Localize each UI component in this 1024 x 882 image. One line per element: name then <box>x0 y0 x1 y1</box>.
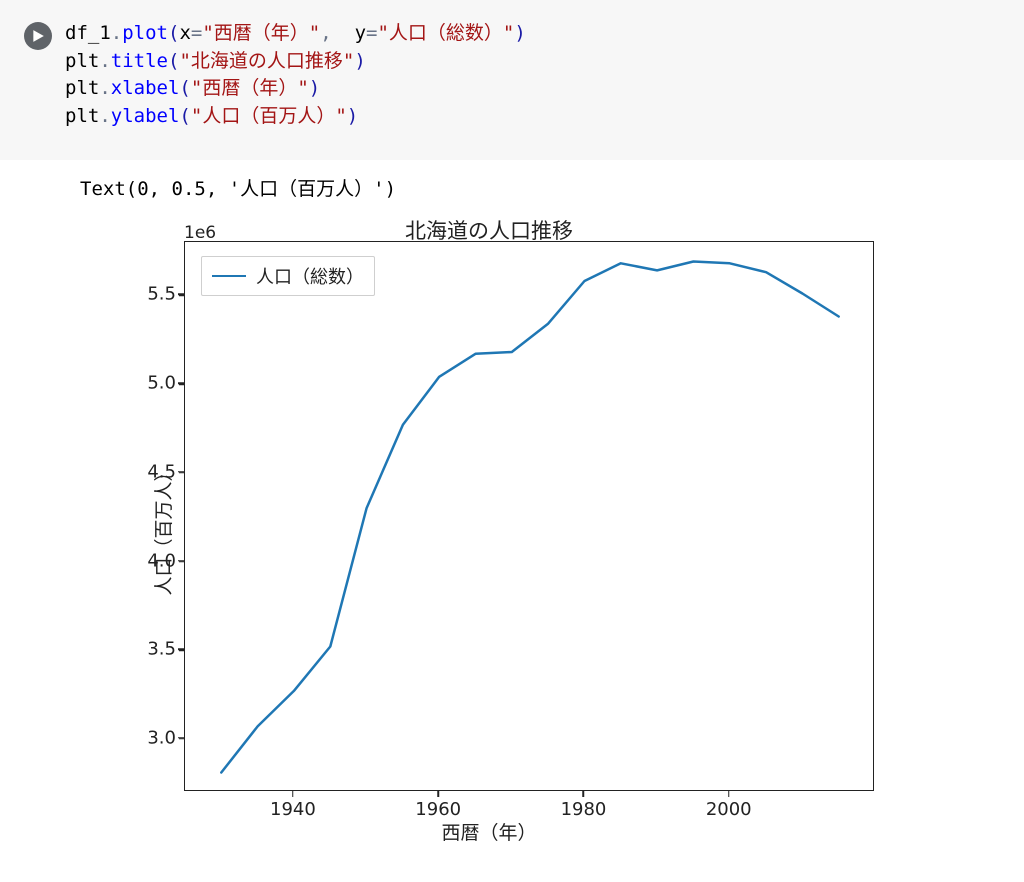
y-tick-label: 4.5 <box>116 461 176 482</box>
y-tick-mark <box>178 294 184 296</box>
cell-gutter <box>10 20 65 130</box>
plot-area: 人口（総数） <box>184 241 874 791</box>
x-tick-mark <box>292 791 294 797</box>
y-tick-mark <box>178 737 184 739</box>
play-icon <box>31 29 45 43</box>
y-tick-label: 5.5 <box>116 284 176 305</box>
x-tick-label: 2000 <box>706 799 752 820</box>
run-button[interactable] <box>24 22 52 50</box>
data-line <box>185 242 875 792</box>
y-tick-mark <box>178 649 184 651</box>
x-tick-mark <box>583 791 585 797</box>
x-tick-label: 1980 <box>561 799 607 820</box>
y-tick-mark <box>178 560 184 562</box>
y-scale-label: 1e6 <box>184 223 216 243</box>
y-tick-label: 5.0 <box>116 373 176 394</box>
y-axis-label: 人口（百万人） <box>149 463 176 596</box>
y-tick-label: 4.0 <box>116 550 176 571</box>
y-tick-label: 3.5 <box>116 639 176 660</box>
output-repr: Text(0, 0.5, '人口（百万人）') <box>80 174 1014 201</box>
y-tick-mark <box>178 471 184 473</box>
x-axis-label: 西暦（年） <box>84 818 894 845</box>
cell-output: Text(0, 0.5, '人口（百万人）') 北海道の人口推移 1e6 人口（… <box>0 160 1024 859</box>
x-tick-mark <box>728 791 730 797</box>
y-tick-label: 3.0 <box>116 727 176 748</box>
x-tick-mark <box>437 791 439 797</box>
x-tick-label: 1960 <box>415 799 461 820</box>
y-tick-mark <box>178 382 184 384</box>
x-tick-label: 1940 <box>270 799 316 820</box>
chart: 北海道の人口推移 1e6 人口（百万人） 人口（総数） 西暦（年） 3.03.5… <box>84 209 894 849</box>
code-cell: df_1.plot(x="西暦（年）", y="人口（総数）") plt.tit… <box>0 0 1024 160</box>
code-editor[interactable]: df_1.plot(x="西暦（年）", y="人口（総数）") plt.tit… <box>65 20 526 130</box>
